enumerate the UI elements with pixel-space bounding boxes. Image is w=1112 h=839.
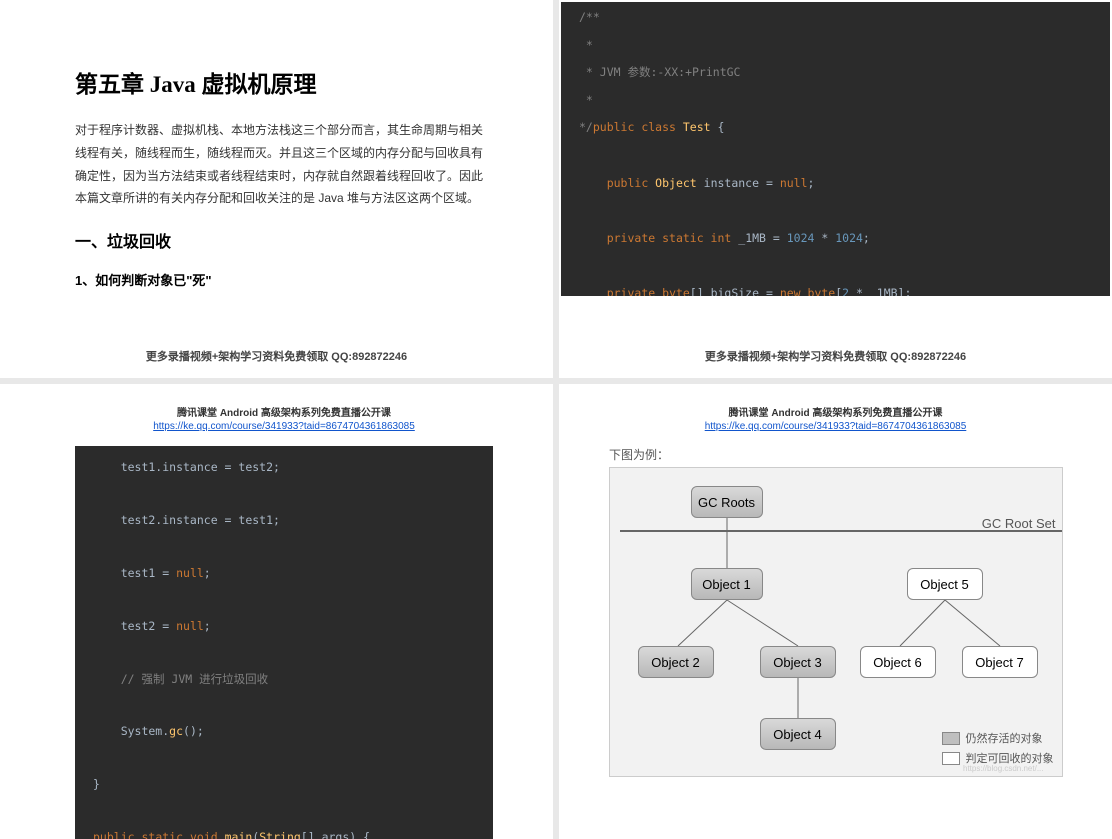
page-4: 腾讯课堂 Android 高级架构系列免费直播公开课 https://ke.qq… (559, 384, 1112, 839)
page-1: 第五章 Java 虚拟机原理 对于程序计数器、虚拟机栈、本地方法栈这三个部分而言… (0, 0, 553, 378)
watermark: https://blog.csdn.net/... (963, 764, 1044, 773)
node-object-5: Object 5 (907, 568, 983, 600)
chapter-title: 第五章 Java 虚拟机原理 (75, 65, 483, 99)
node-object-3: Object 3 (760, 646, 836, 678)
page-3: 腾讯课堂 Android 高级架构系列免费直播公开课 https://ke.qq… (0, 384, 553, 839)
code-block-bottom: test1.instance = test2; test2.instance =… (75, 446, 493, 839)
header-link[interactable]: https://ke.qq.com/course/341933?taid=867… (75, 421, 493, 432)
intro-paragraph: 对于程序计数器、虚拟机栈、本地方法栈这三个部分而言，其生命周期与相关线程有关，随… (75, 119, 483, 210)
page-2: /** * * JVM 参数:-XX:+PrintGC * */public c… (559, 0, 1112, 378)
node-object-6: Object 6 (860, 646, 936, 678)
subsection-heading: 1、如何判断对象已"死" (75, 270, 483, 289)
header-note: 腾讯课堂 Android 高级架构系列免费直播公开课 (75, 404, 493, 419)
node-gc-roots: GC Roots (691, 486, 763, 518)
footer-note: 更多录播视频+架构学习资料免费领取 QQ:892872246 (0, 348, 553, 364)
footer-note: 更多录播视频+架构学习资料免费领取 QQ:892872246 (559, 348, 1112, 364)
code-block-top: /** * * JVM 参数:-XX:+PrintGC * */public c… (561, 2, 1110, 296)
node-object-2: Object 2 (638, 646, 714, 678)
section-heading: 一、垃圾回收 (75, 228, 483, 252)
diagram-label: 下图为例： (609, 446, 1072, 463)
gc-diagram: GC Root Set GC Roots Object 1 Object 2 O… (609, 467, 1063, 777)
header-note: 腾讯课堂 Android 高级架构系列免费直播公开课 (599, 404, 1072, 419)
legend-alive: 仍然存活的对象 (942, 730, 1054, 746)
node-object-7: Object 7 (962, 646, 1038, 678)
node-object-4: Object 4 (760, 718, 836, 750)
legend-swatch-dark (942, 732, 960, 745)
legend-swatch-white (942, 752, 960, 765)
header-link[interactable]: https://ke.qq.com/course/341933?taid=867… (599, 421, 1072, 432)
node-object-1: Object 1 (691, 568, 763, 600)
